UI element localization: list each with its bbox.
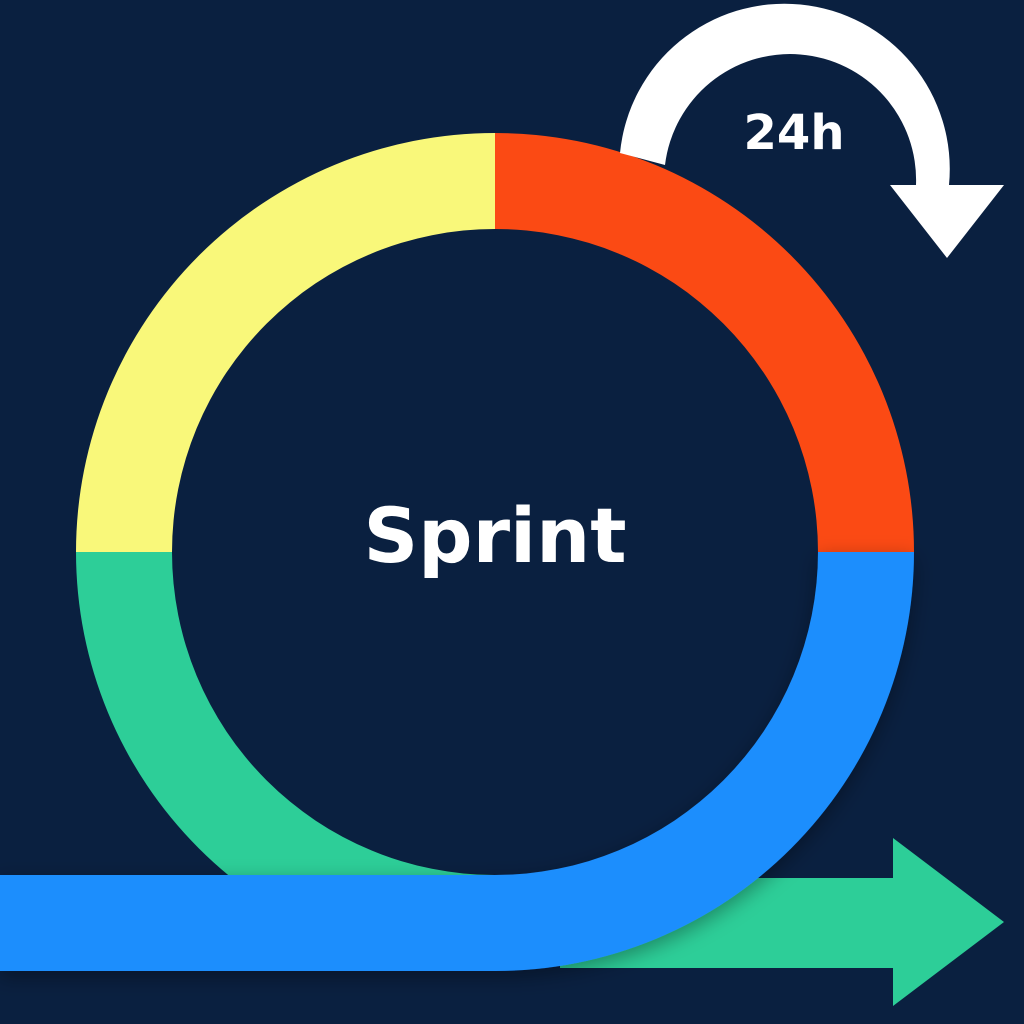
cycle-label: 24h bbox=[744, 105, 845, 161]
sprint-diagram: 24h Sprint bbox=[0, 0, 1024, 1024]
center-label: Sprint bbox=[363, 491, 626, 580]
